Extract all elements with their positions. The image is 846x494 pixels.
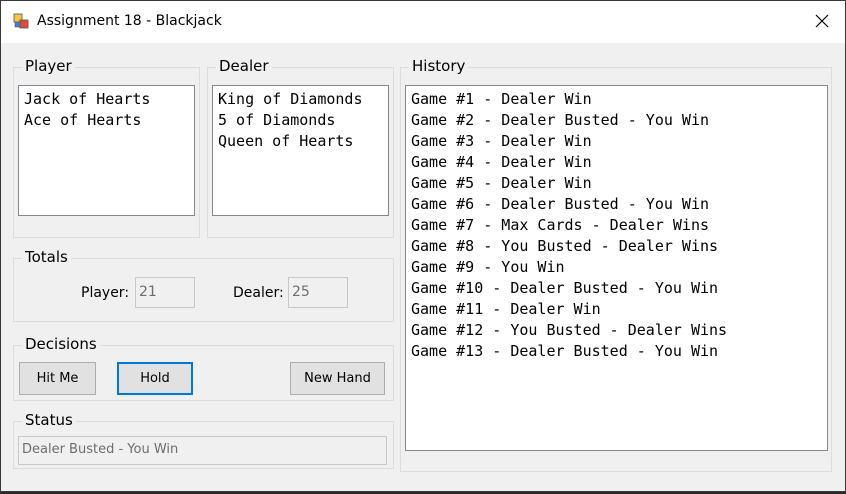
player-total-field: 21 xyxy=(135,277,195,308)
dealer-group-label: Dealer xyxy=(216,57,272,75)
list-item[interactable]: Game #6 - Dealer Busted - You Win xyxy=(411,194,827,215)
list-item[interactable]: Game #3 - Dealer Win xyxy=(411,131,827,152)
status-group-label: Status xyxy=(22,411,76,429)
title-bar[interactable]: Assignment 18 - Blackjack xyxy=(1,1,845,43)
list-item[interactable]: Game #8 - You Busted - Dealer Wins xyxy=(411,236,827,257)
totals-group-label: Totals xyxy=(22,248,71,266)
list-item[interactable]: King of Diamonds xyxy=(218,89,388,110)
close-button[interactable] xyxy=(799,1,845,43)
list-item[interactable]: Game #1 - Dealer Win xyxy=(411,89,827,110)
dealer-total-field: 25 xyxy=(288,277,348,308)
status-field: Dealer Busted - You Win xyxy=(18,436,387,465)
new-hand-button[interactable]: New Hand xyxy=(290,362,385,395)
app-icon xyxy=(13,13,29,29)
hold-button[interactable]: Hold xyxy=(117,362,193,395)
list-item[interactable]: Game #2 - Dealer Busted - You Win xyxy=(411,110,827,131)
history-group-label: History xyxy=(409,57,469,75)
window-title: Assignment 18 - Blackjack xyxy=(37,13,222,29)
player-total-label: Player: xyxy=(81,285,130,301)
main-window: Assignment 18 - Blackjack Player Jack of… xyxy=(0,0,846,492)
list-item[interactable]: Game #7 - Max Cards - Dealer Wins xyxy=(411,215,827,236)
dealer-total-label: Dealer: xyxy=(233,285,284,301)
list-item[interactable]: Game #10 - Dealer Busted - You Win xyxy=(411,278,827,299)
list-item[interactable]: Game #12 - You Busted - Dealer Wins xyxy=(411,320,827,341)
list-item[interactable]: Game #11 - Dealer Win xyxy=(411,299,827,320)
list-item[interactable]: Game #5 - Dealer Win xyxy=(411,173,827,194)
list-item[interactable]: Queen of Hearts xyxy=(218,131,388,152)
player-group-label: Player xyxy=(22,57,75,75)
history-list[interactable]: Game #1 - Dealer Win Game #2 - Dealer Bu… xyxy=(405,85,828,451)
list-item[interactable]: Jack of Hearts xyxy=(24,89,194,110)
list-item[interactable]: Game #9 - You Win xyxy=(411,257,827,278)
decisions-group-label: Decisions xyxy=(22,335,100,353)
list-item[interactable]: 5 of Diamonds xyxy=(218,110,388,131)
list-item[interactable]: Game #4 - Dealer Win xyxy=(411,152,827,173)
dealer-cards-list[interactable]: King of Diamonds 5 of Diamonds Queen of … xyxy=(212,85,389,216)
close-icon xyxy=(815,13,829,32)
hit-me-button[interactable]: Hit Me xyxy=(19,362,96,395)
list-item[interactable]: Game #13 - Dealer Busted - You Win xyxy=(411,341,827,362)
list-item[interactable]: Ace of Hearts xyxy=(24,110,194,131)
player-cards-list[interactable]: Jack of Hearts Ace of Hearts xyxy=(18,85,195,216)
